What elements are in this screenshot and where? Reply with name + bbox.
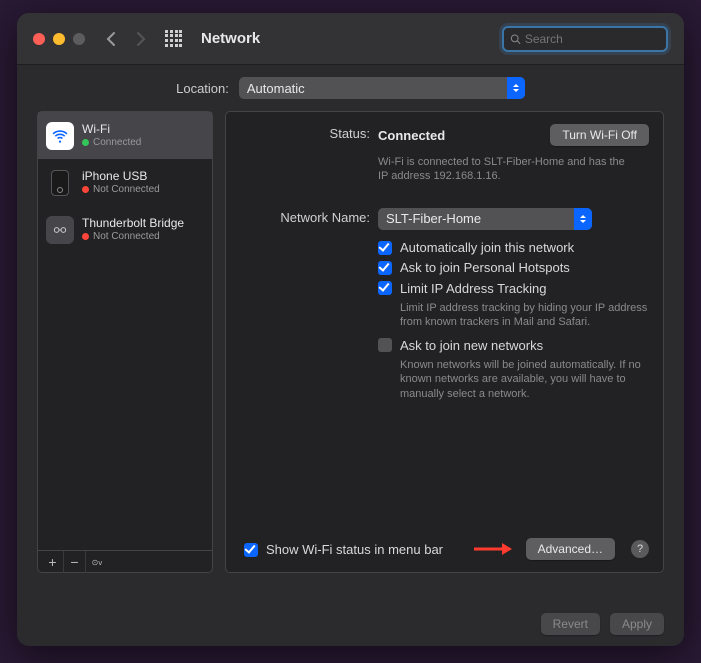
network-name-value: SLT-Fiber-Home [386, 211, 481, 226]
show-status-checkbox[interactable] [244, 543, 258, 557]
limit-ip-checkbox[interactable] [378, 281, 392, 295]
help-button[interactable]: ? [631, 540, 649, 558]
details-panel: Status: Connected Turn Wi-Fi Off Wi-Fi i… [225, 111, 664, 573]
location-label: Location: [176, 81, 229, 96]
zoom-button [73, 33, 85, 45]
network-name-select[interactable]: SLT-Fiber-Home [378, 208, 592, 230]
ask-new-label: Ask to join new networks [400, 338, 543, 353]
show-status-label: Show Wi-Fi status in menu bar [266, 542, 443, 557]
status-dot-icon [82, 186, 89, 193]
minimize-button[interactable] [53, 33, 65, 45]
revert-button: Revert [541, 613, 600, 635]
services-sidebar: Wi-Fi Connected iPhone USB Not Connected [37, 111, 213, 573]
status-description: Wi-Fi is connected to SLT-Fiber-Home and… [378, 155, 638, 184]
search-field[interactable] [502, 26, 668, 52]
apply-button: Apply [610, 613, 664, 635]
limit-ip-description: Limit IP address tracking by hiding your… [400, 301, 649, 330]
iphone-icon [46, 169, 74, 197]
nav-buttons [105, 31, 147, 47]
turn-wifi-off-button[interactable]: Turn Wi-Fi Off [550, 124, 649, 146]
location-value: Automatic [247, 81, 305, 96]
window-title: Network [201, 30, 502, 47]
auto-join-checkbox[interactable] [378, 241, 392, 255]
advanced-button[interactable]: Advanced… [526, 538, 615, 560]
status-value: Connected [378, 128, 445, 143]
network-prefs-window: Network Location: Automatic Wi-Fi [17, 13, 684, 646]
ask-hotspot-checkbox[interactable] [378, 261, 392, 275]
status-dot-icon [82, 233, 89, 240]
search-icon [510, 33, 521, 45]
wifi-icon [46, 122, 74, 150]
sidebar-item-label: iPhone USB [82, 170, 160, 184]
remove-service-button[interactable]: − [64, 551, 86, 573]
sidebar-item-status: Connected [93, 137, 141, 149]
select-arrows-icon [507, 77, 525, 99]
ask-new-description: Known networks will be joined automatica… [400, 358, 649, 401]
forward-icon [135, 31, 147, 47]
body: Wi-Fi Connected iPhone USB Not Connected [17, 111, 684, 602]
sidebar-item-status: Not Connected [93, 184, 160, 196]
show-all-icon[interactable] [165, 30, 183, 48]
actions-menu-button[interactable]: ⊙ⅴ [86, 551, 108, 573]
auto-join-label: Automatically join this network [400, 240, 574, 255]
traffic-lights [33, 33, 85, 45]
limit-ip-label: Limit IP Address Tracking [400, 281, 546, 296]
annotation-arrow-icon [472, 542, 512, 556]
location-select[interactable]: Automatic [239, 77, 525, 99]
services-list: Wi-Fi Connected iPhone USB Not Connected [38, 112, 212, 550]
ask-hotspot-label: Ask to join Personal Hotspots [400, 260, 570, 275]
sidebar-item-thunderbolt[interactable]: Thunderbolt Bridge Not Connected [38, 206, 212, 253]
titlebar: Network [17, 13, 684, 65]
sidebar-item-label: Thunderbolt Bridge [82, 217, 184, 231]
close-button[interactable] [33, 33, 45, 45]
ask-new-checkbox[interactable] [378, 338, 392, 352]
footer: Revert Apply [17, 602, 684, 646]
bottom-row: Show Wi-Fi status in menu bar Advanced… … [240, 538, 649, 560]
status-label: Status: [240, 124, 378, 146]
back-icon[interactable] [105, 31, 117, 47]
sidebar-item-label: Wi-Fi [82, 123, 141, 137]
status-dot-icon [82, 139, 89, 146]
sidebar-item-wifi[interactable]: Wi-Fi Connected [38, 112, 212, 159]
sidebar-item-status: Not Connected [93, 231, 160, 243]
location-row: Location: Automatic [17, 65, 684, 111]
search-input[interactable] [525, 32, 660, 46]
sidebar-item-iphone-usb[interactable]: iPhone USB Not Connected [38, 159, 212, 206]
sidebar-footer: + − ⊙ⅴ [38, 550, 212, 572]
network-name-label: Network Name: [240, 208, 378, 230]
thunderbolt-icon [46, 216, 74, 244]
select-arrows-icon [574, 208, 592, 230]
add-service-button[interactable]: + [42, 551, 64, 573]
